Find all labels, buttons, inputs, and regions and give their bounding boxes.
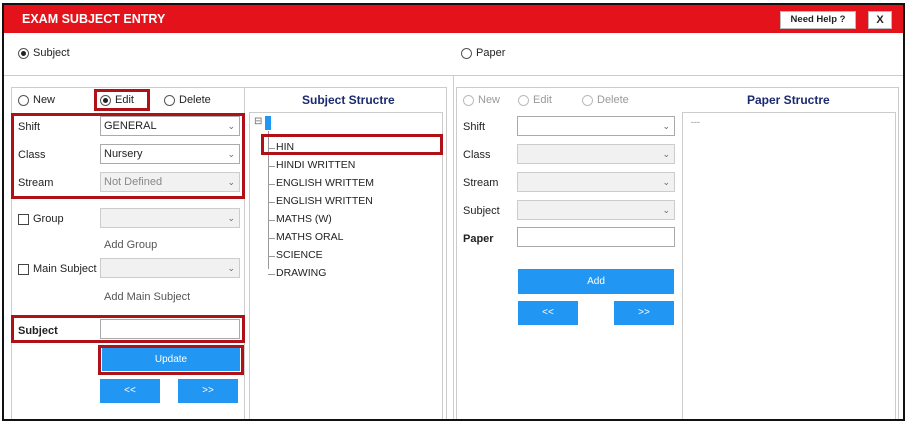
subject-mode-label: Subject	[33, 47, 70, 59]
paper-class-select[interactable]: ⌄	[517, 144, 675, 164]
new-radio[interactable]: New	[18, 94, 55, 106]
chevron-down-icon: ⌄	[662, 177, 670, 187]
subject-input[interactable]	[100, 319, 240, 339]
tree-item[interactable]: HINDI WRITTEN	[267, 159, 355, 171]
paper-panel-border	[898, 87, 899, 419]
paper-edit-radio[interactable]: Edit	[518, 94, 552, 106]
chevron-down-icon: ⌄	[227, 121, 235, 131]
tree-item[interactable]: MATHS (W)	[268, 213, 332, 225]
tree-item[interactable]: DRAWING	[267, 267, 326, 279]
left-panel-border	[11, 87, 12, 419]
paper-delete-label: Delete	[597, 94, 629, 106]
paper-subject-select[interactable]: ⌄	[517, 200, 675, 220]
delete-radio[interactable]: Delete	[164, 94, 211, 106]
add-main-subject-link[interactable]: Add Main Subject	[104, 291, 190, 303]
main-subject-checkbox[interactable]: Main Subject	[18, 263, 97, 275]
exam-subject-entry-window: EXAM SUBJECT ENTRY Need Help ? X Subject…	[2, 3, 905, 421]
radio-unchecked-icon	[461, 47, 472, 59]
stream-value: Not Defined	[104, 176, 163, 188]
chevron-down-icon: ⌄	[227, 149, 235, 159]
class-label: Class	[18, 149, 46, 161]
next-button[interactable]: >>	[178, 379, 238, 403]
edit-radio[interactable]: Edit	[100, 94, 134, 106]
class-value: Nursery	[104, 148, 143, 160]
title-bar: EXAM SUBJECT ENTRY Need Help ? X	[4, 5, 903, 33]
paper-stream-select[interactable]: ⌄	[517, 172, 675, 192]
stream-select[interactable]: Not Defined ⌄	[100, 172, 240, 192]
shift-value: GENERAL	[104, 120, 157, 132]
radio-checked-icon	[18, 47, 29, 59]
paper-new-label: New	[478, 94, 501, 106]
group-label: Group	[33, 213, 64, 225]
paper-delete-radio[interactable]: Delete	[582, 94, 629, 106]
chevron-down-icon: ⌄	[662, 121, 670, 131]
checkbox-icon	[18, 213, 29, 225]
paper-shift-label: Shift	[463, 121, 486, 133]
paper-next-button[interactable]: >>	[614, 301, 674, 325]
tree-root-node[interactable]	[265, 116, 271, 130]
new-label: New	[33, 94, 56, 106]
shift-label: Shift	[18, 121, 41, 133]
paper-tree-placeholder: ---	[691, 117, 700, 127]
delete-label: Delete	[179, 94, 211, 106]
subject-structure-title: Subject Structre	[302, 93, 395, 107]
chevron-down-icon: ⌄	[227, 263, 235, 273]
paper-shift-select[interactable]: ⌄	[517, 116, 675, 136]
subject-field-label: Subject	[18, 325, 58, 337]
radio-unchecked-icon	[518, 94, 529, 106]
main-subject-select[interactable]: ⌄	[100, 258, 240, 278]
paper-mode-label: Paper	[476, 47, 506, 59]
stream-label: Stream	[18, 177, 54, 189]
radio-unchecked-icon	[164, 94, 175, 106]
tree-item[interactable]: SCIENCE	[268, 249, 323, 261]
tree-item[interactable]: ENGLISH WRITTEM	[267, 177, 374, 189]
structure-panel-border	[446, 87, 447, 419]
radio-unchecked-icon	[582, 94, 593, 106]
update-button[interactable]: Update	[102, 348, 240, 371]
paper-input[interactable]	[517, 227, 675, 247]
chevron-down-icon: ⌄	[662, 149, 670, 159]
checkbox-icon	[18, 263, 29, 275]
paper-mode-radio[interactable]: Paper	[461, 47, 505, 59]
tree-collapse-icon[interactable]: ⊟	[254, 116, 262, 127]
paper-field-label: Paper	[463, 233, 494, 245]
close-button[interactable]: X	[868, 11, 892, 29]
paper-panel-border	[456, 87, 457, 419]
window-title: EXAM SUBJECT ENTRY	[22, 12, 166, 26]
radio-unchecked-icon	[463, 94, 474, 106]
add-paper-button[interactable]: Add	[518, 269, 674, 294]
chevron-down-icon: ⌄	[227, 177, 235, 187]
paper-subject-label: Subject	[463, 205, 500, 217]
paper-edit-label: Edit	[533, 94, 552, 106]
radio-checked-icon	[100, 94, 111, 106]
need-help-button[interactable]: Need Help ?	[780, 11, 856, 29]
section-divider	[453, 75, 454, 419]
panel-top-border	[456, 87, 899, 88]
subject-tree: ⊟ HIN HINDI WRITTEN ENGLISH WRITTEM ENGLISH…	[249, 112, 443, 419]
main-subject-label: Main Subject	[33, 263, 97, 275]
left-panel-border	[244, 87, 245, 419]
subject-mode-radio[interactable]: Subject	[18, 47, 70, 59]
paper-prev-button[interactable]: <<	[518, 301, 578, 325]
paper-stream-label: Stream	[463, 177, 499, 189]
group-checkbox[interactable]: Group	[18, 213, 64, 225]
paper-class-label: Class	[463, 149, 491, 161]
chevron-down-icon: ⌄	[662, 205, 670, 215]
panel-top-border	[11, 87, 447, 88]
tree-item[interactable]: HIN	[267, 141, 294, 153]
tree-connector	[268, 131, 269, 269]
paper-structure-title: Paper Structre	[747, 93, 830, 107]
group-select[interactable]: ⌄	[100, 208, 240, 228]
paper-new-radio[interactable]: New	[463, 94, 500, 106]
radio-unchecked-icon	[18, 94, 29, 106]
paper-tree: ---	[682, 112, 896, 419]
tree-item[interactable]: MATHS ORAL	[267, 231, 343, 243]
class-select[interactable]: Nursery ⌄	[100, 144, 240, 164]
prev-button[interactable]: <<	[100, 379, 160, 403]
add-group-link[interactable]: Add Group	[104, 239, 157, 251]
edit-label: Edit	[115, 94, 134, 106]
chevron-down-icon: ⌄	[227, 213, 235, 223]
shift-select[interactable]: GENERAL ⌄	[100, 116, 240, 136]
tree-item[interactable]: ENGLISH WRITTEN	[268, 195, 373, 207]
